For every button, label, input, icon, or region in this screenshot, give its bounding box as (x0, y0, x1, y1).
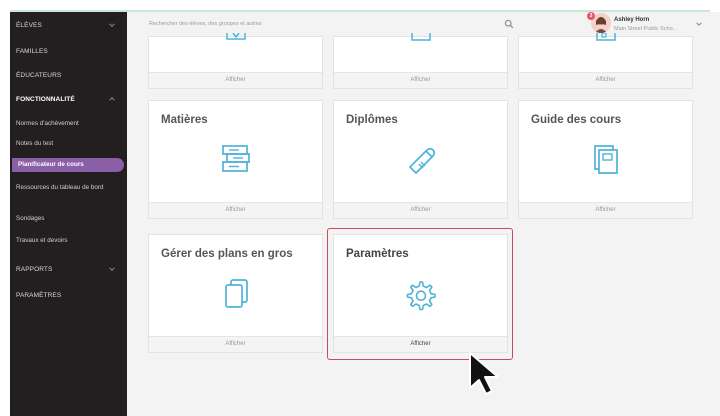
sidebar: ÉLÈVES FAMILLES ÉDUCATEURS FONCTIONNALIT… (10, 12, 127, 416)
sidebar-item-rapports[interactable]: RAPPORTS (16, 266, 122, 273)
card-title: Gérer des plans en gros (161, 248, 293, 260)
guide-book-icon (593, 145, 618, 174)
sidebar-subitem-travaux[interactable]: Travaux et devoirs (16, 236, 126, 245)
card-title: Diplômes (346, 114, 398, 126)
diploma-scroll-icon (408, 147, 435, 174)
sidebar-subitem-sondages[interactable]: Sondages (16, 214, 126, 223)
sidebar-item-label: FONCTIONNALITÉ (16, 96, 75, 103)
sidebar-item-label: PARAMÈTRES (16, 292, 62, 299)
card-icon (595, 33, 616, 41)
sidebar-item-label: ÉLÈVES (16, 22, 42, 29)
chevron-down-icon[interactable] (695, 20, 703, 28)
card-gerer-plans[interactable]: Gérer des plans en gros Afficher (148, 234, 323, 353)
chevron-up-icon[interactable] (108, 95, 116, 103)
card-action[interactable]: Afficher (149, 72, 322, 88)
sidebar-subitem-notes[interactable]: Notes du test (16, 139, 126, 148)
card-guide-des-cours[interactable]: Guide des cours Afficher (518, 100, 693, 219)
card-icon (225, 33, 246, 40)
sidebar-item-label: RAPPORTS (16, 266, 53, 273)
card-diplomes[interactable]: Diplômes Afficher (333, 100, 508, 219)
card-action[interactable]: Afficher (519, 72, 692, 88)
card-action[interactable]: Afficher (519, 202, 692, 218)
card-action[interactable]: Afficher (334, 72, 507, 88)
card-title: Matières (161, 114, 208, 126)
sidebar-item-fonctionnalite[interactable]: FONCTIONNALITÉ (16, 96, 122, 103)
sidebar-item-label: ÉDUCATEURS (16, 72, 62, 79)
card-icon (410, 33, 431, 41)
search-icon[interactable] (504, 19, 514, 29)
user-name[interactable]: Ashley Horn (614, 17, 649, 23)
card-action[interactable]: Afficher (149, 336, 322, 352)
card-top-3[interactable]: Afficher (518, 33, 693, 89)
sidebar-item-familles[interactable]: FAMILLES (16, 48, 122, 55)
card-title: Guide des cours (531, 114, 622, 126)
card-action[interactable]: Afficher (149, 202, 322, 218)
books-stack-icon (221, 145, 250, 172)
highlight-frame (327, 228, 513, 360)
sidebar-subitem-ressources[interactable]: Ressources du tableau de bord (16, 183, 126, 192)
sidebar-item-eleves[interactable]: ÉLÈVES (16, 22, 122, 29)
documents-icon (224, 279, 248, 308)
search-input[interactable]: Rechercher des élèves, des groupes et au… (149, 21, 262, 27)
mouse-pointer-icon (469, 352, 499, 395)
card-matieres[interactable]: Matières Afficher (148, 100, 323, 219)
chevron-down-icon[interactable] (108, 21, 116, 29)
chevron-down-icon[interactable] (108, 265, 116, 273)
notification-badge[interactable]: 3 (587, 12, 595, 20)
sidebar-subitem-normes[interactable]: Normes d'achèvement (16, 119, 126, 128)
sidebar-item-educateurs[interactable]: ÉDUCATEURS (16, 72, 122, 79)
card-top-2[interactable]: Afficher (333, 33, 508, 89)
sidebar-item-parametres[interactable]: PARAMÈTRES (16, 292, 122, 299)
card-action[interactable]: Afficher (334, 202, 507, 218)
sidebar-item-label: FAMILLES (16, 48, 48, 55)
user-school: Main Street Public Scho... (614, 26, 678, 32)
sidebar-subitem-planificateur[interactable]: Planificateur de cours (12, 158, 124, 172)
card-top-1[interactable]: Afficher (148, 33, 323, 89)
